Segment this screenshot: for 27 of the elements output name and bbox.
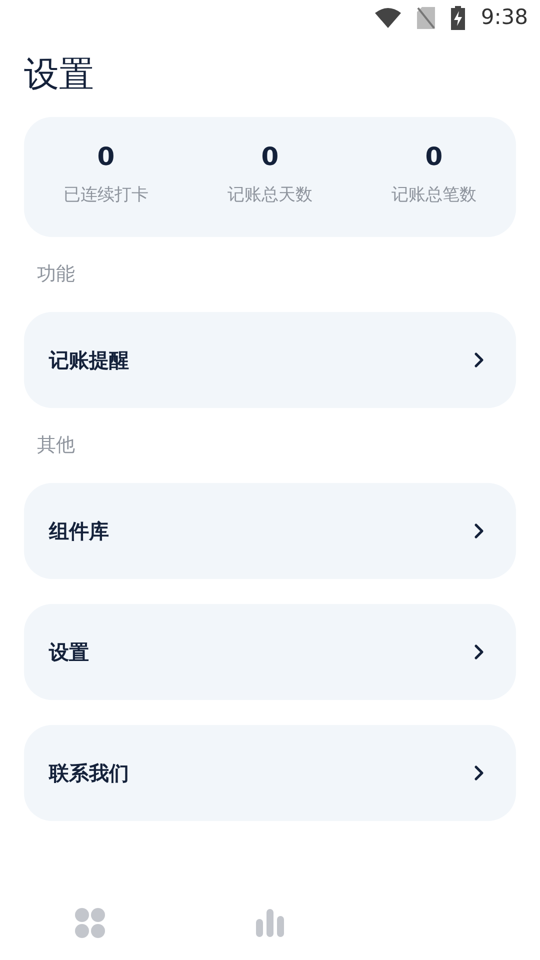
chevron-right-icon	[474, 764, 484, 780]
chevron-right-icon	[474, 522, 484, 538]
settings-item[interactable]: 记账提醒	[24, 312, 516, 408]
settings-item[interactable]: 联系我们	[24, 724, 516, 820]
status-time: 9:38	[480, 4, 528, 32]
page-title: 设置	[24, 56, 95, 94]
stat-value: 0	[97, 144, 115, 170]
item-label: 设置	[49, 638, 89, 666]
section-heading: 其他	[37, 432, 75, 458]
stat-value: 0	[425, 144, 443, 170]
section-heading: 功能	[37, 262, 75, 287]
stat-label: 已连续打卡	[64, 184, 148, 208]
settings-item[interactable]: 设置	[24, 604, 516, 700]
wifi-icon	[374, 8, 401, 28]
bar-chart-icon[interactable]	[254, 906, 286, 938]
chevron-right-icon	[474, 644, 484, 660]
settings-item[interactable]: 组件库	[24, 482, 516, 578]
no-sim-icon	[416, 7, 435, 29]
stat-label: 记账总笔数	[392, 184, 476, 208]
item-label: 记账提醒	[49, 346, 129, 374]
battery-charging-icon	[450, 6, 465, 30]
grid-icon[interactable]	[74, 906, 106, 938]
item-label: 联系我们	[49, 760, 129, 786]
item-label: 组件库	[49, 518, 109, 544]
stat-value: 0	[261, 144, 279, 170]
stat-label: 记账总天数	[228, 184, 312, 208]
chevron-right-icon	[474, 352, 484, 368]
